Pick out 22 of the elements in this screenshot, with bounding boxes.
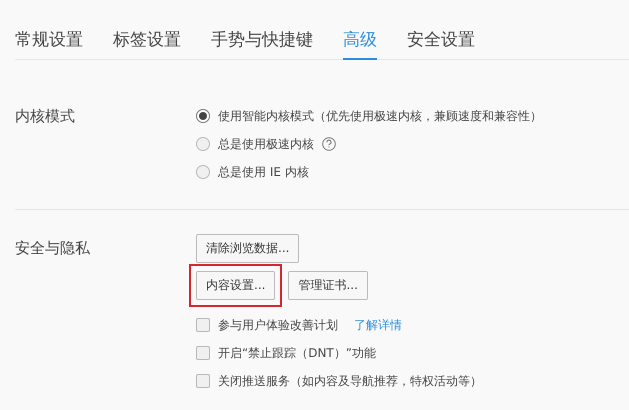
checkbox[interactable] [196,374,210,388]
radio-label: 总是使用 IE 内核 [218,164,309,180]
tab[interactable]: 安全设置 [407,22,475,60]
help-icon[interactable] [322,137,336,151]
section-label: 内核模式 [15,106,76,127]
tab[interactable]: 手势与快捷键 [211,22,313,60]
radio-label: 使用智能内核模式（优先使用极速内核，兼顾速度和兼容性） [218,108,542,124]
checkbox[interactable] [196,318,210,332]
settings-button[interactable]: 清除浏览数据... [196,234,300,263]
checkbox-label: 参与用户体验改善计划 [218,316,338,334]
settings-button[interactable]: 管理证书... [288,271,368,300]
tab[interactable]: 常规设置 [15,22,83,60]
tab[interactable]: 标签设置 [113,22,181,60]
radio-label: 总是使用极速内核 [218,136,314,152]
checkbox-label: 关闭推送服务（如内容及导航推荐，特权活动等） [218,372,482,390]
radio-button[interactable] [196,109,210,123]
checkbox[interactable] [196,346,210,360]
radio-button[interactable] [196,137,210,151]
radio-button[interactable] [196,165,210,179]
section-label: 安全与隐私 [15,238,91,259]
checkbox-label: 开启“禁止跟踪（DNT）”功能 [218,344,376,362]
settings-button[interactable]: 内容设置... [196,271,276,300]
